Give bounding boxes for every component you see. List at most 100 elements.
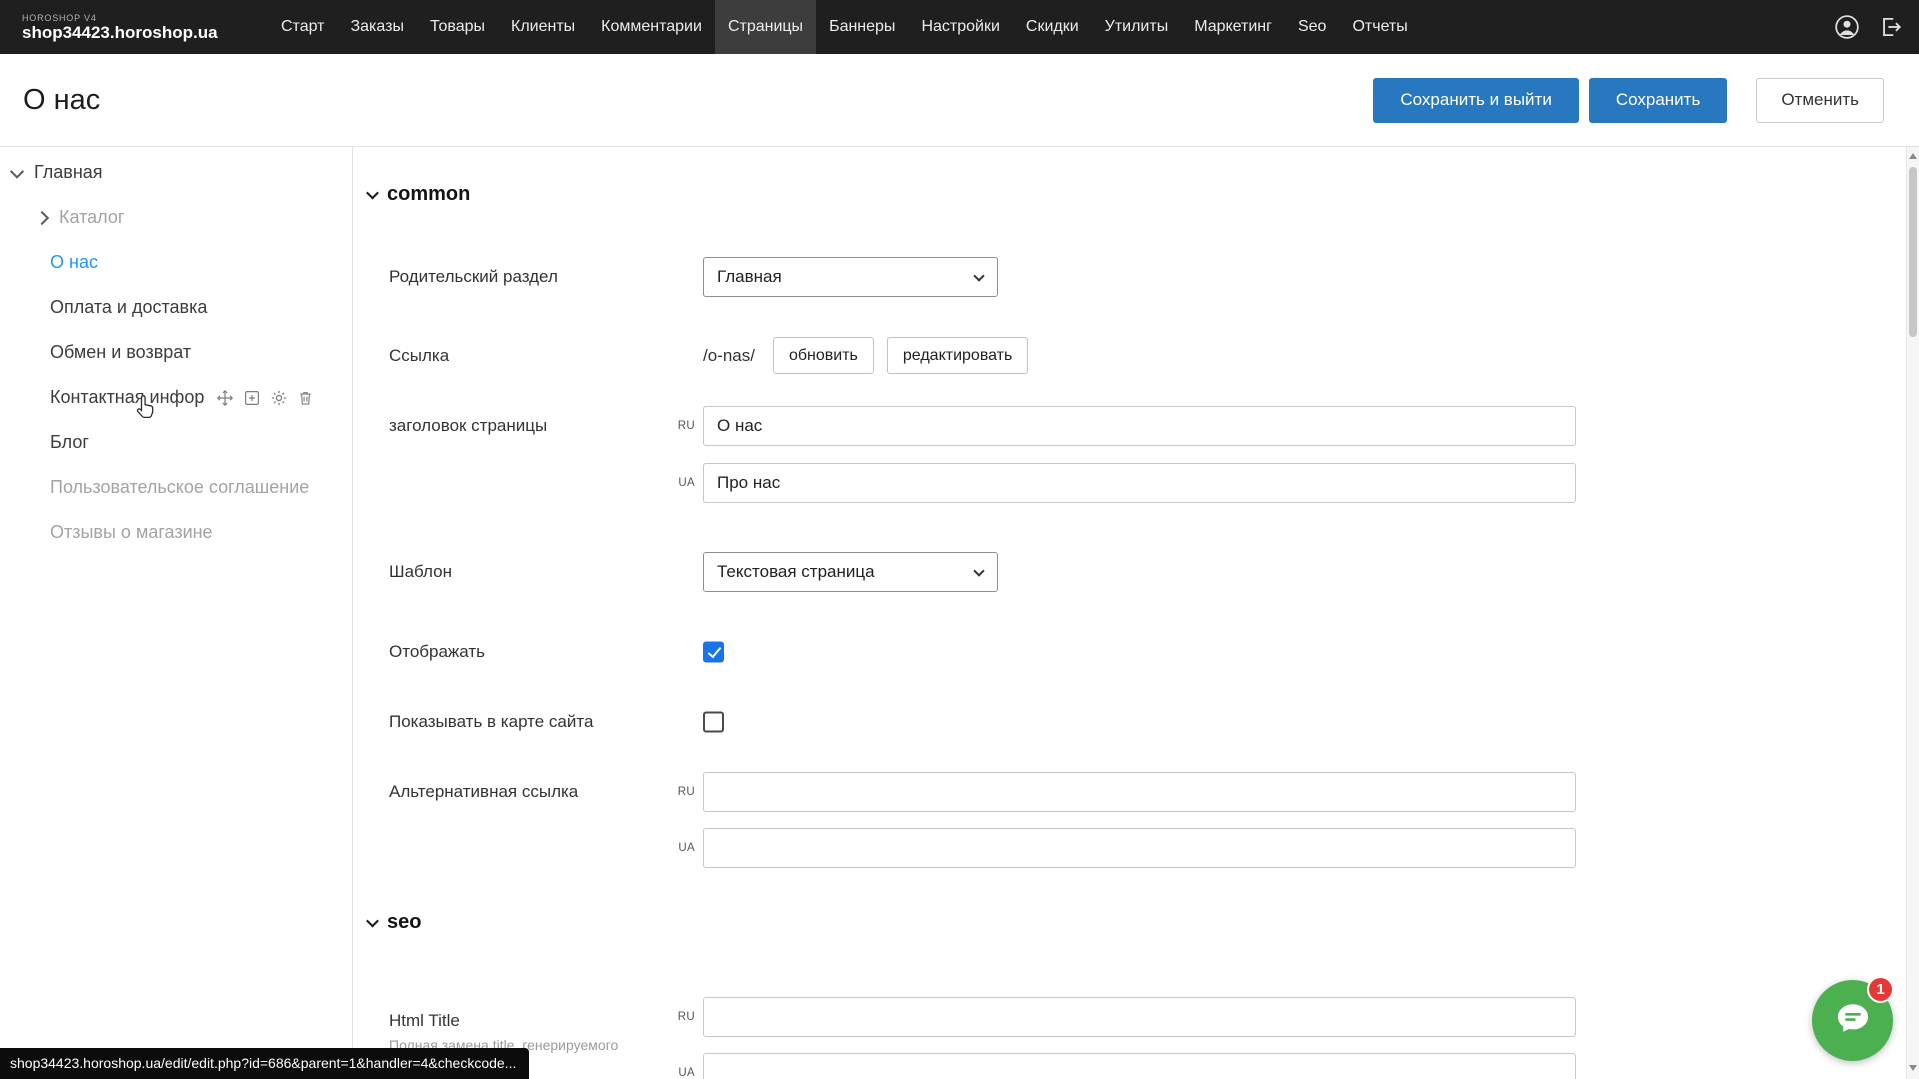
link-controls: /o-nas/ обновить редактировать (703, 337, 1028, 374)
brand-version-label: HOROSHOP V4 (22, 13, 268, 23)
parent-section-select[interactable]: Главная (703, 257, 998, 297)
cancel-button[interactable]: Отменить (1756, 78, 1884, 123)
scrollbar-thumb[interactable] (1909, 167, 1917, 337)
tree-item-catalog[interactable]: Каталог (0, 195, 352, 240)
sitemap-row: Показывать в карте сайта (353, 702, 1906, 742)
nav-comments[interactable]: Комментарии (588, 0, 715, 54)
tree-item-payment-delivery[interactable]: Оплата и доставка (0, 285, 352, 330)
chat-unread-badge: 1 (1867, 976, 1894, 1003)
page-header-actions: Сохранить и выйти Сохранить Отменить (1373, 78, 1884, 123)
nav-reports[interactable]: Отчеты (1339, 0, 1420, 54)
page-title-ua-row: UA (353, 463, 1906, 503)
alt-link-ru-input[interactable] (703, 772, 1576, 812)
html-title-label: Html Title (389, 1011, 460, 1031)
display-checkbox[interactable] (703, 642, 724, 663)
template-row: Шаблон Текстовая страница (353, 552, 1906, 592)
page-title-label: заголовок страницы (389, 416, 547, 436)
chevron-down-icon (366, 915, 379, 928)
lang-ua-badge: UA (659, 842, 695, 854)
page-title-ru-row: заголовок страницы RU (353, 406, 1906, 446)
template-select[interactable]: Текстовая страница (703, 552, 998, 592)
topbar: HOROSHOP V4 shop34423.horoshop.ua Старт … (0, 0, 1919, 54)
nav-banners[interactable]: Баннеры (816, 0, 908, 54)
page-url-path: /o-nas/ (703, 346, 755, 366)
top-navigation: Старт Заказы Товары Клиенты Комментарии … (268, 0, 1421, 54)
scroll-up-arrow-icon[interactable] (1909, 153, 1917, 159)
status-url-bar: shop34423.horoshop.ua/edit/edit.php?id=6… (0, 1048, 529, 1079)
sitemap-label: Показывать в карте сайта (389, 712, 593, 732)
nav-start[interactable]: Старт (268, 0, 337, 54)
status-url-text: shop34423.horoshop.ua/edit/edit.php?id=6… (10, 1055, 516, 1071)
chevron-down-icon[interactable] (10, 164, 24, 178)
refresh-link-button[interactable]: обновить (773, 337, 874, 374)
alt-link-ua-input[interactable] (703, 828, 1576, 868)
html-title-ua-row: UA (353, 1053, 1906, 1079)
nav-settings[interactable]: Настройки (908, 0, 1012, 54)
page-title: О нас (23, 84, 100, 117)
tree-item-user-agreement[interactable]: Пользовательское соглашение (0, 465, 352, 510)
template-label: Шаблон (389, 562, 452, 582)
edit-link-button[interactable]: редактировать (887, 337, 1028, 374)
tree-item-exchange-return[interactable]: Обмен и возврат (0, 330, 352, 375)
parent-section-label: Родительский раздел (389, 267, 558, 287)
delete-trash-icon[interactable] (297, 389, 314, 407)
lang-ua-badge: UA (659, 477, 695, 489)
main-form: common Родительский раздел Главная Ссылк… (353, 147, 1906, 1079)
scroll-down-arrow-icon[interactable] (1909, 1065, 1917, 1071)
chevron-right-icon[interactable] (35, 210, 49, 224)
nav-utilities[interactable]: Утилиты (1092, 0, 1182, 54)
nav-products[interactable]: Товары (417, 0, 498, 54)
nav-pages[interactable]: Страницы (715, 0, 816, 54)
section-seo-title: seo (387, 911, 421, 934)
lang-ru-badge: RU (659, 420, 695, 432)
save-button[interactable]: Сохранить (1589, 78, 1727, 123)
tree-item-label: О нас (50, 252, 98, 273)
link-row: Ссылка /o-nas/ обновить редактировать (353, 337, 1906, 374)
page-tree-sidebar: Главная Каталог О нас Оплата и доставка … (0, 147, 353, 1079)
chat-widget-button[interactable]: 1 (1812, 980, 1893, 1061)
chevron-down-icon (973, 565, 984, 576)
nav-seo[interactable]: Seo (1285, 0, 1339, 54)
alt-link-label: Альтернативная ссылка (389, 782, 578, 802)
html-title-ua-input[interactable] (703, 1053, 1576, 1079)
nav-orders[interactable]: Заказы (337, 0, 416, 54)
section-common-header[interactable]: common (368, 183, 470, 206)
tree-item-label: Обмен и возврат (50, 342, 191, 363)
page-title-ru-input[interactable] (703, 406, 1576, 446)
chevron-down-icon (973, 270, 984, 281)
settings-gear-icon[interactable] (270, 389, 288, 407)
vertical-scrollbar[interactable] (1906, 147, 1919, 1079)
brand-domain-label: shop34423.horoshop.ua (22, 23, 268, 42)
logout-icon[interactable] (1877, 14, 1903, 40)
alt-link-ru-row: Альтернативная ссылка RU (353, 772, 1906, 812)
display-label: Отображать (389, 642, 485, 662)
tree-item-blog[interactable]: Блог (0, 420, 352, 465)
section-seo-header[interactable]: seo (368, 911, 421, 934)
parent-section-value: Главная (717, 267, 782, 287)
html-title-ru-input[interactable] (703, 997, 1576, 1037)
move-icon[interactable] (216, 389, 234, 407)
tree-item-store-reviews[interactable]: Отзывы о магазине (0, 510, 352, 555)
nav-discounts[interactable]: Скидки (1013, 0, 1092, 54)
tree-item-label: Блог (50, 432, 89, 453)
parent-section-row: Родительский раздел Главная (353, 257, 1906, 297)
lang-ua-badge: UA (659, 1067, 695, 1079)
account-icon[interactable] (1833, 13, 1861, 41)
nav-clients[interactable]: Клиенты (498, 0, 588, 54)
tree-item-label: Пользовательское соглашение (50, 477, 309, 498)
tree-item-contact-info[interactable]: Контактная инфор (0, 375, 352, 420)
tree-item-tools (216, 389, 314, 407)
lang-ru-badge: RU (659, 1011, 695, 1023)
sitemap-checkbox[interactable] (703, 712, 724, 733)
add-icon[interactable] (243, 389, 261, 407)
section-common-title: common (387, 183, 470, 206)
tree-item-label: Контактная инфор (50, 387, 204, 408)
page-header: О нас Сохранить и выйти Сохранить Отмени… (0, 54, 1919, 147)
save-and-exit-button[interactable]: Сохранить и выйти (1373, 78, 1578, 123)
brand-logo[interactable]: HOROSHOP V4 shop34423.horoshop.ua (0, 13, 268, 42)
tree-item-home[interactable]: Главная (0, 150, 352, 195)
tree-item-about[interactable]: О нас (0, 240, 352, 285)
chat-bubble-icon (1832, 997, 1874, 1044)
nav-marketing[interactable]: Маркетинг (1181, 0, 1285, 54)
page-title-ua-input[interactable] (703, 463, 1576, 503)
